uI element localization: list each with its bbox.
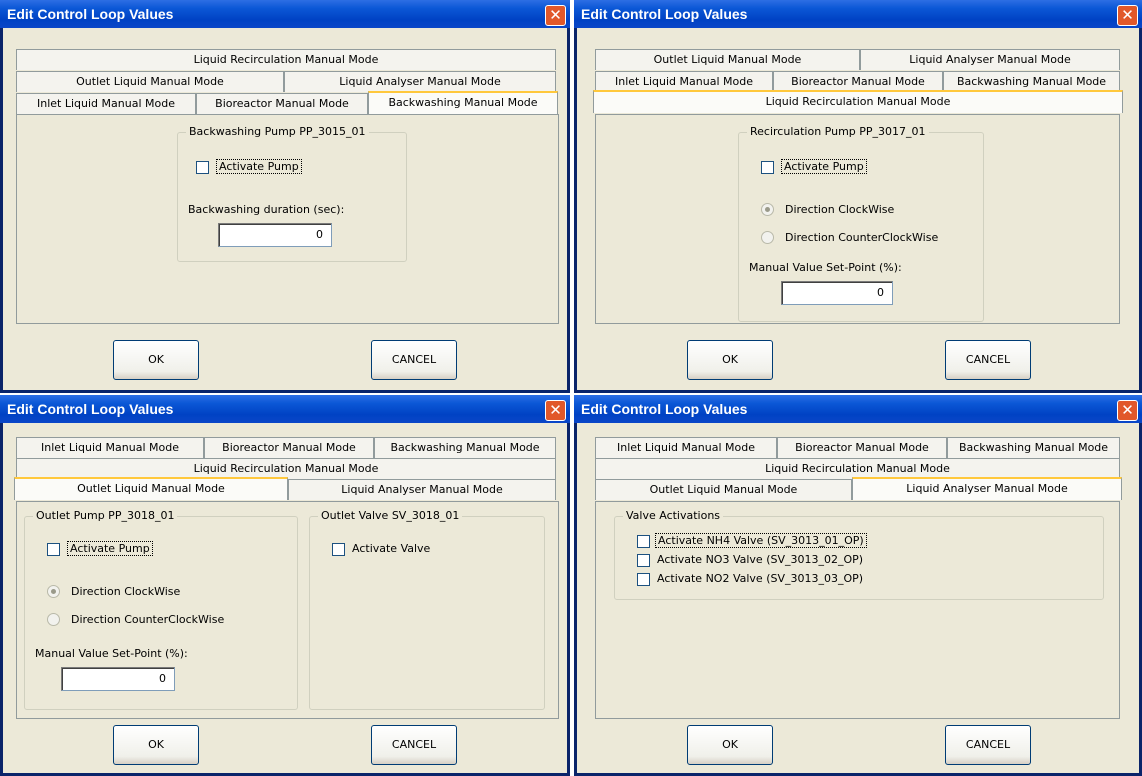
tab-bioreactor[interactable]: Bioreactor Manual Mode bbox=[773, 71, 943, 92]
duration-label: Backwashing duration (sec): bbox=[188, 203, 345, 216]
tab-bioreactor[interactable]: Bioreactor Manual Mode bbox=[204, 437, 374, 458]
setpoint-label: Manual Value Set-Point (%): bbox=[749, 261, 902, 274]
activate-pump-checkbox[interactable] bbox=[196, 161, 209, 174]
window-title: Edit Control Loop Values bbox=[7, 401, 174, 417]
cancel-button[interactable]: CANCEL bbox=[371, 725, 457, 765]
dialog-client-area: Outlet Liquid Manual Mode Liquid Analyse… bbox=[577, 28, 1139, 390]
dialog-analyser: Edit Control Loop Values ✕ Inlet Liquid … bbox=[574, 395, 1142, 776]
tab-liquid-recirculation[interactable]: Liquid Recirculation Manual Mode bbox=[16, 49, 556, 70]
activate-pump-checkbox[interactable] bbox=[47, 543, 60, 556]
tab-panel: Valve Activations Activate NH4 Valve (SV… bbox=[595, 501, 1120, 719]
title-bar[interactable]: Edit Control Loop Values ✕ bbox=[574, 395, 1142, 423]
tab-outlet-liquid[interactable]: Outlet Liquid Manual Mode bbox=[595, 479, 852, 500]
tab-bioreactor[interactable]: Bioreactor Manual Mode bbox=[196, 93, 368, 114]
tab-liquid-recirculation[interactable]: Liquid Recirculation Manual Mode bbox=[595, 458, 1120, 479]
dialog-client-area: Inlet Liquid Manual Mode Bioreactor Manu… bbox=[3, 423, 567, 773]
group-backwashing-pump: Backwashing Pump PP_3015_01 Activate Pum… bbox=[177, 125, 407, 262]
tab-outlet-liquid[interactable]: Outlet Liquid Manual Mode bbox=[16, 71, 284, 92]
activate-valve-checkbox[interactable] bbox=[332, 543, 345, 556]
cancel-button[interactable]: CANCEL bbox=[945, 340, 1031, 380]
close-icon[interactable]: ✕ bbox=[545, 400, 566, 421]
tab-backwashing[interactable]: Backwashing Manual Mode bbox=[947, 437, 1120, 458]
tab-liquid-recirculation[interactable]: Liquid Recirculation Manual Mode bbox=[16, 458, 556, 479]
no3-valve-label[interactable]: Activate NO3 Valve (SV_3013_02_OP) bbox=[657, 553, 863, 566]
dialog-outlet: Edit Control Loop Values ✕ Inlet Liquid … bbox=[0, 395, 570, 776]
dialog-client-area: Liquid Recirculation Manual Mode Outlet … bbox=[3, 28, 567, 390]
group-outlet-pump: Outlet Pump PP_3018_01 Activate Pump Dir… bbox=[24, 509, 298, 710]
setpoint-input[interactable]: 0 bbox=[61, 667, 175, 691]
tab-backwashing[interactable]: Backwashing Manual Mode bbox=[374, 437, 556, 458]
ok-button[interactable]: OK bbox=[113, 340, 199, 380]
activate-valve-label[interactable]: Activate Valve bbox=[352, 542, 430, 555]
group-valve-activations: Valve Activations Activate NH4 Valve (SV… bbox=[614, 509, 1104, 600]
ok-button[interactable]: OK bbox=[687, 340, 773, 380]
group-title: Outlet Pump PP_3018_01 bbox=[33, 509, 178, 522]
group-title: Outlet Valve SV_3018_01 bbox=[318, 509, 463, 522]
ok-button[interactable]: OK bbox=[687, 725, 773, 765]
no2-valve-checkbox[interactable] bbox=[637, 573, 650, 586]
tab-panel: Recirculation Pump PP_3017_01 Activate P… bbox=[595, 114, 1120, 324]
tab-panel: Outlet Pump PP_3018_01 Activate Pump Dir… bbox=[16, 501, 559, 719]
radio-selected-dot bbox=[765, 207, 770, 212]
close-icon[interactable]: ✕ bbox=[1117, 400, 1138, 421]
tab-backwashing[interactable]: Backwashing Manual Mode bbox=[943, 71, 1120, 92]
setpoint-label: Manual Value Set-Point (%): bbox=[35, 647, 188, 660]
ok-button[interactable]: OK bbox=[113, 725, 199, 765]
group-title: Recirculation Pump PP_3017_01 bbox=[747, 125, 929, 138]
group-outlet-valve: Outlet Valve SV_3018_01 Activate Valve bbox=[309, 509, 545, 710]
tab-liquid-analyser[interactable]: Liquid Analyser Manual Mode bbox=[284, 71, 556, 92]
window-title: Edit Control Loop Values bbox=[581, 6, 748, 22]
duration-input[interactable]: 0 bbox=[218, 223, 332, 247]
tab-bioreactor[interactable]: Bioreactor Manual Mode bbox=[777, 437, 947, 458]
direction-counterclockwise-radio[interactable] bbox=[761, 231, 774, 244]
tab-liquid-analyser[interactable]: Liquid Analyser Manual Mode bbox=[852, 477, 1122, 500]
tab-liquid-recirculation[interactable]: Liquid Recirculation Manual Mode bbox=[593, 90, 1123, 113]
direction-clockwise-label[interactable]: Direction ClockWise bbox=[71, 585, 180, 598]
radio-selected-dot bbox=[51, 589, 56, 594]
nh4-valve-checkbox[interactable] bbox=[637, 535, 650, 548]
dialog-recirculation: Edit Control Loop Values ✕ Outlet Liquid… bbox=[574, 0, 1142, 393]
activate-pump-label[interactable]: Activate Pump bbox=[67, 541, 153, 556]
direction-clockwise-radio[interactable] bbox=[47, 585, 60, 598]
activate-pump-label[interactable]: Activate Pump bbox=[216, 159, 302, 174]
activate-pump-label[interactable]: Activate Pump bbox=[781, 159, 867, 174]
direction-counterclockwise-radio[interactable] bbox=[47, 613, 60, 626]
group-title: Backwashing Pump PP_3015_01 bbox=[186, 125, 369, 138]
tab-inlet-liquid[interactable]: Inlet Liquid Manual Mode bbox=[595, 437, 777, 458]
tab-outlet-liquid[interactable]: Outlet Liquid Manual Mode bbox=[14, 477, 288, 500]
nh4-valve-label[interactable]: Activate NH4 Valve (SV_3013_01_OP) bbox=[655, 533, 867, 548]
cancel-button[interactable]: CANCEL bbox=[945, 725, 1031, 765]
no3-valve-checkbox[interactable] bbox=[637, 554, 650, 567]
close-icon[interactable]: ✕ bbox=[1117, 5, 1138, 26]
tab-inlet-liquid[interactable]: Inlet Liquid Manual Mode bbox=[16, 93, 196, 114]
title-bar[interactable]: Edit Control Loop Values ✕ bbox=[0, 395, 570, 423]
title-bar[interactable]: Edit Control Loop Values ✕ bbox=[574, 0, 1142, 28]
close-icon[interactable]: ✕ bbox=[545, 5, 566, 26]
group-title: Valve Activations bbox=[623, 509, 724, 522]
tab-outlet-liquid[interactable]: Outlet Liquid Manual Mode bbox=[595, 49, 860, 70]
tab-liquid-analyser[interactable]: Liquid Analyser Manual Mode bbox=[860, 49, 1120, 70]
dialog-backwashing: Edit Control Loop Values ✕ Liquid Recirc… bbox=[0, 0, 570, 393]
cancel-button[interactable]: CANCEL bbox=[371, 340, 457, 380]
dialog-client-area: Inlet Liquid Manual Mode Bioreactor Manu… bbox=[577, 423, 1139, 773]
direction-counterclockwise-label[interactable]: Direction CounterClockWise bbox=[71, 613, 224, 626]
no2-valve-label[interactable]: Activate NO2 Valve (SV_3013_03_OP) bbox=[657, 572, 863, 585]
group-recirculation-pump: Recirculation Pump PP_3017_01 Activate P… bbox=[738, 125, 984, 322]
direction-clockwise-label[interactable]: Direction ClockWise bbox=[785, 203, 894, 216]
activate-pump-checkbox[interactable] bbox=[761, 161, 774, 174]
window-title: Edit Control Loop Values bbox=[581, 401, 748, 417]
tab-liquid-analyser[interactable]: Liquid Analyser Manual Mode bbox=[288, 479, 556, 500]
tab-panel: Backwashing Pump PP_3015_01 Activate Pum… bbox=[16, 114, 559, 324]
window-title: Edit Control Loop Values bbox=[7, 6, 174, 22]
direction-clockwise-radio[interactable] bbox=[761, 203, 774, 216]
tab-backwashing[interactable]: Backwashing Manual Mode bbox=[368, 91, 558, 114]
direction-counterclockwise-label[interactable]: Direction CounterClockWise bbox=[785, 231, 938, 244]
setpoint-input[interactable]: 0 bbox=[781, 281, 893, 305]
tab-inlet-liquid[interactable]: Inlet Liquid Manual Mode bbox=[595, 71, 773, 92]
title-bar[interactable]: Edit Control Loop Values ✕ bbox=[0, 0, 570, 28]
tab-inlet-liquid[interactable]: Inlet Liquid Manual Mode bbox=[16, 437, 204, 458]
